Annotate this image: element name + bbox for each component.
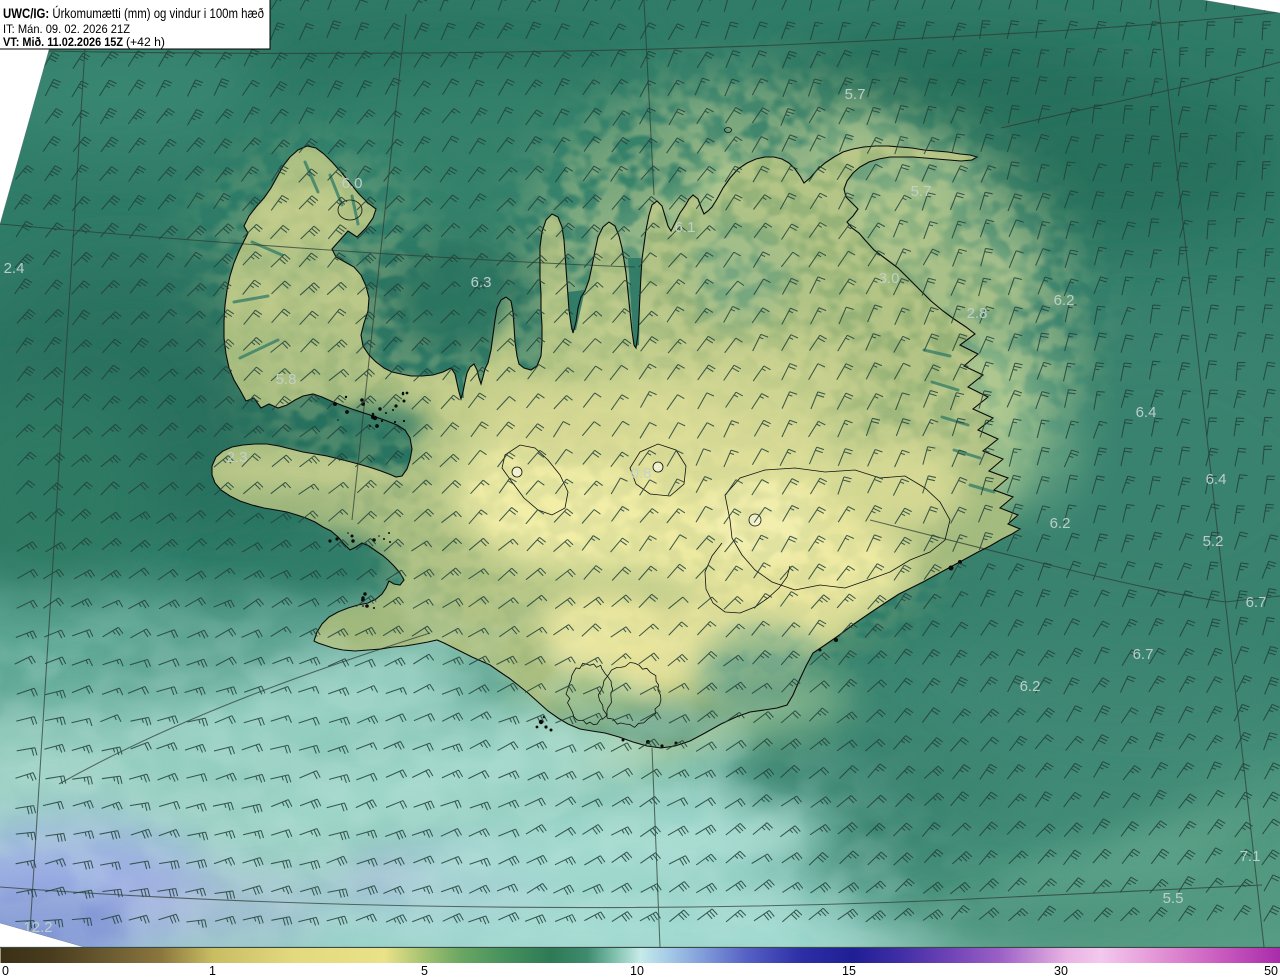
svg-text:6.1: 6.1 bbox=[675, 219, 696, 236]
svg-text:0.8: 0.8 bbox=[631, 465, 652, 482]
svg-text:2.3: 2.3 bbox=[227, 449, 248, 466]
svg-text:3.0: 3.0 bbox=[879, 270, 900, 287]
svg-text:6.7: 6.7 bbox=[1246, 594, 1267, 611]
svg-text:30: 30 bbox=[1054, 964, 1068, 978]
svg-text:6.2: 6.2 bbox=[1050, 515, 1071, 532]
svg-text:0: 0 bbox=[2, 964, 9, 978]
svg-text:5.8: 5.8 bbox=[276, 371, 297, 388]
svg-text:6.0: 6.0 bbox=[342, 175, 363, 192]
svg-text:5.7: 5.7 bbox=[911, 183, 932, 200]
svg-text:50: 50 bbox=[1264, 964, 1278, 978]
svg-text:(+42 h): (+42 h) bbox=[126, 35, 165, 49]
svg-text:IT: Mán. 09. 02. 2026 21Z: IT: Mán. 09. 02. 2026 21Z bbox=[3, 22, 130, 36]
svg-text:UWC/IG: Úrkomumætti (mm) og vi: UWC/IG: Úrkomumætti (mm) og vindur i 100… bbox=[3, 6, 264, 21]
svg-text:2.8: 2.8 bbox=[967, 305, 988, 322]
svg-text:6.3: 6.3 bbox=[471, 274, 492, 291]
svg-text:VT: Mið. 11.02.2026 15Z: VT: Mið. 11.02.2026 15Z bbox=[3, 35, 123, 49]
svg-text:6.4: 6.4 bbox=[1206, 471, 1227, 488]
svg-text:5.7: 5.7 bbox=[845, 86, 866, 103]
svg-text:6.4: 6.4 bbox=[1136, 404, 1157, 421]
svg-text:2.4: 2.4 bbox=[4, 260, 25, 277]
svg-text:5.2: 5.2 bbox=[1203, 533, 1224, 550]
svg-text:6.2: 6.2 bbox=[1020, 678, 1041, 695]
svg-text:6.7: 6.7 bbox=[1133, 646, 1154, 663]
svg-text:5: 5 bbox=[421, 964, 428, 978]
svg-text:1: 1 bbox=[209, 964, 216, 978]
svg-text:15: 15 bbox=[842, 964, 856, 978]
svg-text:10: 10 bbox=[630, 964, 644, 978]
svg-text:6.2: 6.2 bbox=[1054, 292, 1075, 309]
svg-text:5.5: 5.5 bbox=[1163, 890, 1184, 907]
svg-text:7.1: 7.1 bbox=[1240, 848, 1261, 865]
